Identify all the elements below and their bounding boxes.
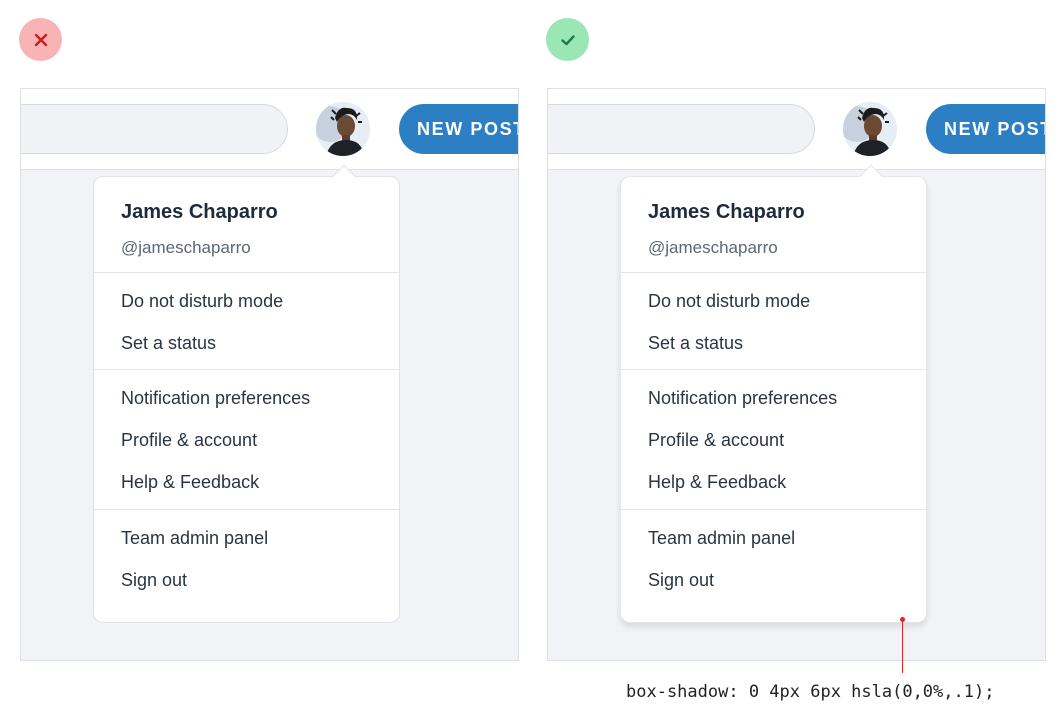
menu-header: James Chaparro @jameschaparro (621, 177, 926, 273)
menu-section-admin: Team admin panel Sign out (621, 510, 926, 609)
user-handle: @jameschaparro (648, 238, 778, 257)
menu-section-admin: Team admin panel Sign out (94, 510, 399, 609)
menu-item-team-admin-panel[interactable]: Team admin panel (94, 517, 399, 559)
menu-section-settings: Notification preferences Profile & accou… (621, 370, 926, 510)
example-panel-correct: NEW POST James Chaparro @jameschaparro D… (547, 88, 1046, 661)
user-name: James Chaparro (121, 201, 278, 223)
menu-item-notification-preferences[interactable]: Notification preferences (621, 377, 926, 419)
menu-section-status: Do not disturb mode Set a status (94, 273, 399, 370)
user-photo (316, 102, 370, 156)
menu-item-team-admin-panel[interactable]: Team admin panel (621, 517, 926, 559)
menu-item-set-status[interactable]: Set a status (621, 322, 926, 364)
menu-item-help-feedback[interactable]: Help & Feedback (621, 461, 926, 503)
menu-item-help-feedback[interactable]: Help & Feedback (94, 461, 399, 503)
annotation-line (902, 620, 903, 673)
menu-section-settings: Notification preferences Profile & accou… (94, 370, 399, 510)
avatar[interactable] (316, 102, 370, 156)
incorrect-badge (19, 18, 62, 61)
user-handle: @jameschaparro (121, 238, 251, 257)
top-bar: NEW POST (548, 89, 1045, 170)
menu-item-profile-account[interactable]: Profile & account (94, 419, 399, 461)
example-panel-incorrect: NEW POST James Chaparro @jameschaparro D… (20, 88, 519, 661)
profile-dropdown-menu: James Chaparro @jameschaparro Do not dis… (620, 164, 927, 623)
top-bar: NEW POST (21, 89, 518, 170)
menu-item-sign-out[interactable]: Sign out (94, 559, 399, 601)
menu-item-profile-account[interactable]: Profile & account (621, 419, 926, 461)
correct-badge (546, 18, 589, 61)
new-post-button[interactable]: NEW POST (399, 104, 518, 154)
search-input[interactable] (21, 104, 288, 154)
box-shadow-annotation: box-shadow: 0 4px 6px hsla(0,0%,.1); (626, 682, 995, 702)
menu-item-do-not-disturb[interactable]: Do not disturb mode (621, 280, 926, 322)
close-icon (34, 33, 47, 46)
menu-item-set-status[interactable]: Set a status (94, 322, 399, 364)
user-name: James Chaparro (648, 201, 805, 223)
menu-item-sign-out[interactable]: Sign out (621, 559, 926, 601)
menu-item-do-not-disturb[interactable]: Do not disturb mode (94, 280, 399, 322)
check-icon (560, 34, 575, 45)
profile-dropdown-menu: James Chaparro @jameschaparro Do not dis… (93, 164, 400, 623)
menu-header: James Chaparro @jameschaparro (94, 177, 399, 273)
new-post-button[interactable]: NEW POST (926, 104, 1045, 154)
menu-item-notification-preferences[interactable]: Notification preferences (94, 377, 399, 419)
user-photo (843, 102, 897, 156)
avatar[interactable] (843, 102, 897, 156)
menu-section-status: Do not disturb mode Set a status (621, 273, 926, 370)
search-input[interactable] (548, 104, 815, 154)
